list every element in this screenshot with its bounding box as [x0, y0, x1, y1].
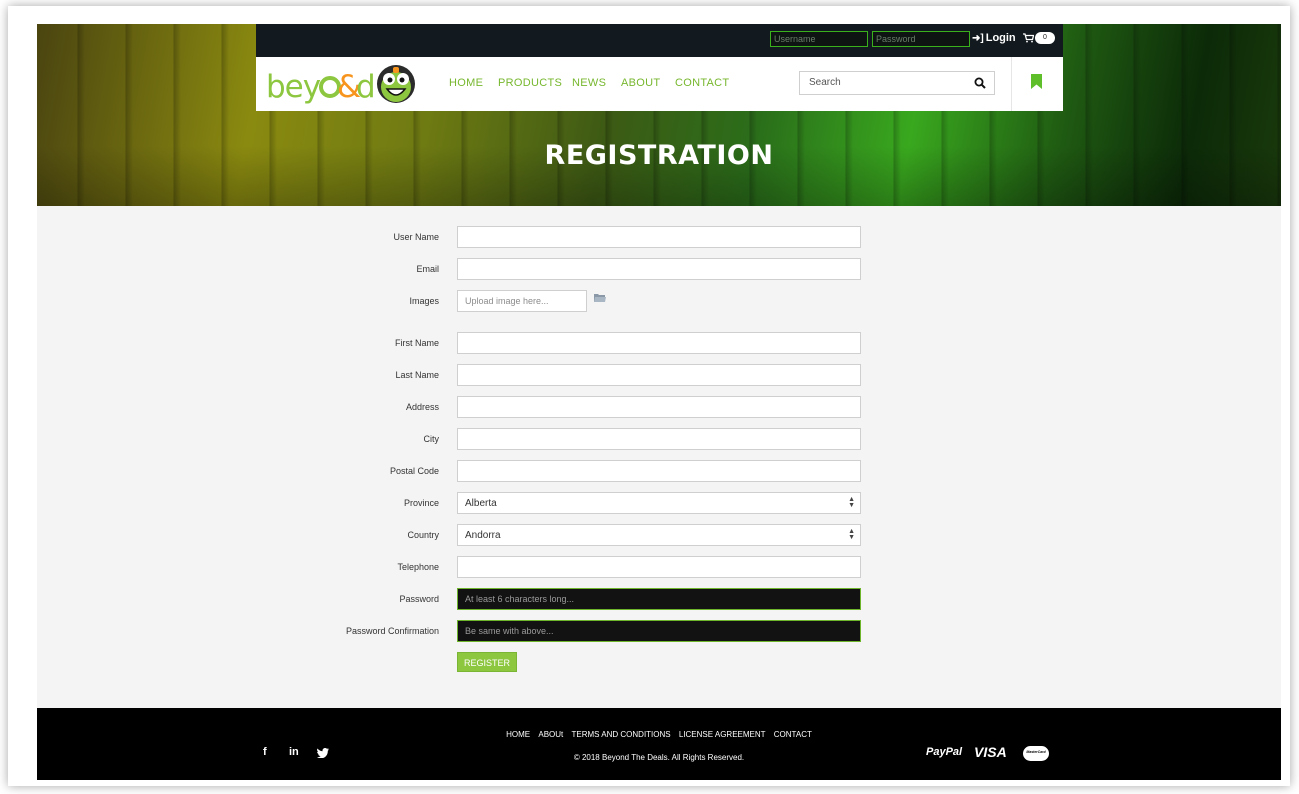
select-arrows-icon: ▲ ▼	[848, 496, 855, 509]
last-name-label: Last Name	[395, 370, 439, 380]
svg-text:d: d	[356, 69, 376, 105]
city-label: City	[423, 434, 440, 444]
brand-logo[interactable]: bey & d	[266, 63, 416, 107]
username-input[interactable]: Username	[770, 31, 868, 47]
footer-link-terms[interactable]: TERMS AND CONDITIONS	[572, 730, 671, 739]
footer: HOME ABOUt TERMS AND CONDITIONS LICENSE …	[37, 708, 1281, 780]
username-placeholder: Username	[774, 34, 816, 44]
register-button[interactable]: REGISTER	[457, 652, 517, 672]
footer-link-contact[interactable]: CONTACT	[774, 730, 812, 739]
telephone-label: Telephone	[397, 562, 439, 572]
city-field[interactable]	[457, 428, 861, 450]
top-bar: Username Password ➜] Login 0	[256, 24, 1063, 57]
last-name-field[interactable]	[457, 364, 861, 386]
postal-code-label: Postal Code	[389, 466, 439, 476]
logo-mascot-icon	[377, 65, 415, 103]
username-field[interactable]	[457, 226, 861, 248]
image-upload-placeholder: Upload image here...	[465, 296, 549, 306]
nav-divider	[1011, 57, 1012, 111]
select-arrows-icon: ▲ ▼	[848, 528, 855, 541]
footer-nav: HOME ABOUt TERMS AND CONDITIONS LICENSE …	[37, 730, 1281, 739]
mastercard-logo: MasterCard	[1023, 746, 1049, 761]
cart-button[interactable]: 0	[1023, 32, 1055, 45]
images-label: Images	[409, 296, 439, 306]
search-input[interactable]: Search	[799, 71, 995, 95]
email-field[interactable]	[457, 258, 861, 280]
first-name-field[interactable]	[457, 332, 861, 354]
paypal-logo: PayPal	[926, 746, 963, 758]
facebook-icon[interactable]: f	[263, 746, 267, 758]
password-placeholder: Password	[876, 34, 916, 44]
main-navbar: bey & d HOME PRODUCTS NEWS ABOUT CONTACT…	[256, 57, 1063, 111]
footer-link-about[interactable]: ABOUt	[538, 730, 563, 739]
login-link[interactable]: ➜] Login	[972, 32, 1016, 44]
password-confirmation-field[interactable]: Be same with above...	[457, 620, 861, 642]
nav-products[interactable]: PRODUCTS	[498, 77, 562, 89]
password-label: Password	[399, 594, 439, 604]
page-title: REGISTRATION	[544, 140, 774, 171]
cart-count-badge: 0	[1035, 32, 1055, 45]
footer-link-license[interactable]: LICENSE AGREEMENT	[679, 730, 766, 739]
country-label: Country	[407, 530, 439, 540]
visa-logo: VISA	[974, 744, 1007, 760]
login-label: Login	[985, 32, 1016, 44]
nav-about[interactable]: ABOUT	[621, 77, 660, 89]
page: REGISTRATION Username Password ➜] Login 0…	[37, 24, 1281, 780]
password-confirmation-placeholder: Be same with above...	[465, 626, 554, 636]
search-placeholder: Search	[809, 77, 841, 88]
folder-icon[interactable]	[594, 293, 606, 303]
browser-frame: REGISTRATION Username Password ➜] Login 0…	[8, 6, 1290, 786]
logo-wordmark: bey & d	[266, 69, 376, 105]
first-name-label: First Name	[394, 338, 439, 348]
password-field[interactable]: At least 6 characters long...	[457, 588, 861, 610]
country-select[interactable]: Andorra ▲ ▼	[457, 524, 861, 546]
address-field[interactable]	[457, 396, 861, 418]
search-icon[interactable]	[974, 77, 986, 89]
email-label: Email	[416, 264, 439, 274]
sign-in-icon: ➜]	[972, 33, 984, 44]
province-select[interactable]: Alberta ▲ ▼	[457, 492, 861, 514]
cart-icon	[1023, 33, 1035, 43]
telephone-field[interactable]	[457, 556, 861, 578]
nav-home[interactable]: HOME	[449, 77, 483, 89]
province-value: Alberta	[465, 498, 497, 509]
nav-news[interactable]: NEWS	[572, 77, 606, 89]
footer-link-home[interactable]: HOME	[506, 730, 530, 739]
image-upload-field[interactable]: Upload image here...	[457, 290, 587, 312]
linkedin-icon[interactable]: in	[289, 746, 299, 758]
mastercard-label: MasterCard	[1026, 750, 1046, 754]
country-value: Andorra	[465, 530, 501, 541]
username-label: User Name	[393, 232, 439, 242]
password-input[interactable]: Password	[872, 31, 970, 47]
password-confirmation-label: Password Confirmation	[345, 626, 439, 636]
copyright-text: © 2018 Beyond The Deals. All Rights Rese…	[573, 753, 745, 762]
twitter-icon[interactable]	[317, 748, 329, 758]
address-label: Address	[405, 402, 439, 412]
postal-code-field[interactable]	[457, 460, 861, 482]
province-label: Province	[403, 498, 439, 508]
nav-contact[interactable]: CONTACT	[675, 77, 729, 89]
password-placeholder: At least 6 characters long...	[465, 594, 575, 604]
bookmark-icon[interactable]	[1031, 74, 1042, 89]
svg-text:bey: bey	[266, 69, 321, 105]
